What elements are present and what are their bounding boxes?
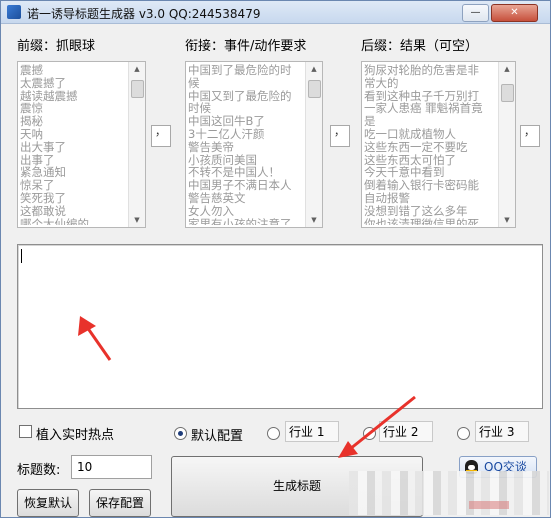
suffix-label: 后缀：结果（可空）: [361, 39, 479, 54]
list-item[interactable]: 警告慈英文: [188, 192, 304, 205]
list-item[interactable]: 惊呆了: [20, 179, 127, 192]
scroll-down-icon[interactable]: ▼: [306, 213, 322, 227]
list-item[interactable]: 自动报警: [364, 192, 497, 205]
prefix-label: 前缀：抓眼球: [17, 39, 96, 54]
realtime-hotspot-checkbox[interactable]: [19, 425, 32, 438]
title-output-textarea[interactable]: [17, 244, 543, 409]
industry3-radio[interactable]: [457, 427, 470, 440]
scroll-up-icon[interactable]: ▲: [499, 62, 515, 76]
separator-input-3[interactable]: ，: [520, 125, 540, 147]
list-item[interactable]: 家里有小孩的注意了: [188, 218, 304, 225]
list-item[interactable]: 这都敢说: [20, 205, 127, 218]
suffix-items: 狗尿对轮胎的危害是非 常大的 看到这种虫子千万别打 一家人患癌 罪魁祸首竟是吃一口就成…: [364, 64, 497, 225]
app-icon: [7, 5, 21, 19]
text-caret: [21, 249, 22, 263]
restore-default-button[interactable]: 恢复默认: [17, 489, 79, 517]
list-item[interactable]: 今天千意中看到: [364, 166, 497, 179]
list-item[interactable]: 小孩质问美国: [188, 154, 304, 167]
list-item[interactable]: 中国这回牛B了: [188, 115, 304, 128]
list-item[interactable]: 太震撼了: [20, 77, 127, 90]
middle-label: 衔接：事件/动作要求: [185, 39, 307, 54]
list-item[interactable]: 震惊: [20, 102, 127, 115]
default-config-label: 默认配置: [191, 429, 244, 444]
scroll-down-icon[interactable]: ▼: [129, 213, 145, 227]
list-item[interactable]: 看到这种虫子千万别打: [364, 90, 497, 103]
list-item[interactable]: 3十二亿人汗颜: [188, 128, 304, 141]
close-icon: ✕: [510, 7, 519, 18]
list-item[interactable]: 不转不是中国人！: [188, 166, 304, 179]
scroll-up-icon[interactable]: ▲: [129, 62, 145, 76]
list-item[interactable]: 警告美帝: [188, 141, 304, 154]
minimize-button[interactable]: —: [462, 4, 489, 22]
realtime-hotspot-label: 植入实时热点: [36, 428, 115, 443]
title-bar: 诺一诱导标题生成器 v3.0 QQ:244538479 — ✕: [1, 1, 550, 24]
list-item[interactable]: 这些东西太可怕了: [364, 154, 497, 167]
list-item[interactable]: 中国又到了最危险的: [188, 90, 304, 103]
middle-scrollbar[interactable]: ▲ ▼: [305, 62, 322, 227]
prefix-listbox[interactable]: 震撼 太震撼了 越读越震撼 震惊 揭秘 天呐 出大事了 出事了 紧急通知 惊呆了 笑死我了 这都敢说哪…: [17, 61, 146, 228]
list-item[interactable]: 出事了: [20, 154, 127, 167]
list-item[interactable]: 吃一口就成植物人: [364, 128, 497, 141]
list-item[interactable]: 出大事了: [20, 141, 127, 154]
scroll-thumb[interactable]: [131, 80, 144, 98]
list-item[interactable]: 哪个大仙编的: [20, 218, 127, 225]
middle-listbox[interactable]: 中国到了最危险的时候中国又到了最危险的 时候 中国这回牛B了 3十二亿人汗颜 警告美帝小…: [185, 61, 323, 228]
separator-input-2[interactable]: ，: [330, 125, 350, 147]
list-item[interactable]: 是: [364, 115, 497, 128]
list-item[interactable]: 狗尿对轮胎的危害是非: [364, 64, 497, 77]
window-title: 诺一诱导标题生成器 v3.0 QQ:244538479: [27, 7, 261, 21]
scroll-thumb[interactable]: [308, 80, 321, 98]
list-item[interactable]: 时候: [188, 102, 304, 115]
close-button[interactable]: ✕: [491, 4, 538, 22]
list-item[interactable]: 这些东西一定不要吃: [364, 141, 497, 154]
title-count-label: 标题数:: [17, 463, 61, 478]
list-item[interactable]: 中国男子不满日本人: [188, 179, 304, 192]
middle-items: 中国到了最危险的时候中国又到了最危险的 时候 中国这回牛B了 3十二亿人汗颜 警告美帝小…: [188, 64, 304, 225]
list-item[interactable]: 天呐: [20, 128, 127, 141]
list-item[interactable]: 紧急通知: [20, 166, 127, 179]
pixelated-watermark: [349, 471, 549, 515]
scroll-down-icon[interactable]: ▼: [499, 213, 515, 227]
prefix-items: 震撼 太震撼了 越读越震撼 震惊 揭秘 天呐 出大事了 出事了 紧急通知 惊呆了 笑死我了 这都敢说哪…: [20, 64, 127, 225]
suffix-scrollbar[interactable]: ▲ ▼: [498, 62, 515, 227]
list-item[interactable]: 你也该清理微信里的死: [364, 218, 497, 225]
list-item[interactable]: 没想到错了这么多年: [364, 205, 497, 218]
suffix-listbox[interactable]: 狗尿对轮胎的危害是非 常大的 看到这种虫子千万别打 一家人患癌 罪魁祸首竟是吃一口就成…: [361, 61, 516, 228]
list-item[interactable]: 越读越震撼: [20, 90, 127, 103]
scroll-thumb[interactable]: [501, 84, 514, 102]
prefix-scrollbar[interactable]: ▲ ▼: [128, 62, 145, 227]
title-count-input[interactable]: 10: [71, 455, 152, 479]
minimize-icon: —: [470, 7, 481, 18]
industry1-radio[interactable]: [267, 427, 280, 440]
list-item[interactable]: 常大的: [364, 77, 497, 90]
industry2-field[interactable]: 行业 2: [379, 421, 433, 442]
list-item[interactable]: 中国到了最危险的时: [188, 64, 304, 77]
list-item[interactable]: 一家人患癌 罪魁祸首竟: [364, 102, 497, 115]
list-item[interactable]: 女人勿入: [188, 205, 304, 218]
industry1-field[interactable]: 行业 1: [285, 421, 339, 442]
save-config-button[interactable]: 保存配置: [89, 489, 151, 517]
list-item[interactable]: 笑死我了: [20, 192, 127, 205]
list-item[interactable]: 倒着输入银行卡密码能: [364, 179, 497, 192]
list-item[interactable]: 震撼: [20, 64, 127, 77]
list-item[interactable]: 揭秘: [20, 115, 127, 128]
default-config-radio[interactable]: [174, 427, 187, 440]
industry3-field[interactable]: 行业 3: [475, 421, 529, 442]
list-item[interactable]: 候: [188, 77, 304, 90]
app-window: 诺一诱导标题生成器 v3.0 QQ:244538479 — ✕ 前缀：抓眼球 衔…: [0, 0, 551, 518]
separator-input-1[interactable]: ，: [151, 125, 171, 147]
scroll-up-icon[interactable]: ▲: [306, 62, 322, 76]
industry2-radio[interactable]: [363, 427, 376, 440]
radio-selected-dot: [178, 431, 183, 436]
